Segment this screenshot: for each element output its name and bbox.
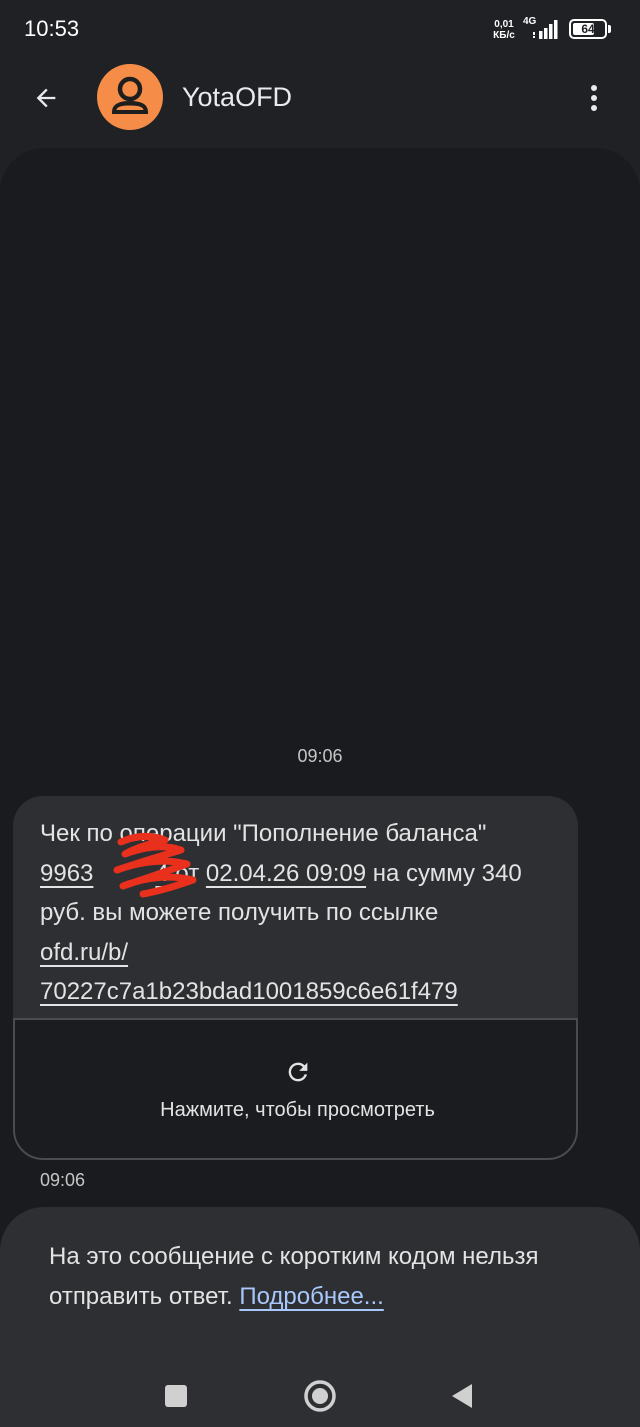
notice-text: На это сообщение с коротким кодом нельзя…: [49, 1237, 609, 1317]
network-speed-value: 0,01: [494, 19, 514, 30]
battery-icon: 64: [569, 19, 613, 39]
home-button[interactable]: [296, 1372, 344, 1420]
date-separator: 09:06: [297, 746, 343, 766]
receipt-url-line2: 70227c7a1b23bdad1001859c6e61f479: [40, 978, 458, 1006]
contact-name[interactable]: YotaOFD: [182, 82, 292, 113]
receipt-url-link[interactable]: ofd.ru/b/70227c7a1b23bdad1001859c6e61f47…: [40, 939, 458, 1006]
message-bubble[interactable]: Чек по операции "Пополнение баланса" 996…: [13, 796, 578, 1160]
recents-button[interactable]: [152, 1372, 200, 1420]
home-icon: [304, 1380, 336, 1412]
back-button[interactable]: [22, 76, 70, 120]
message-timestamp: 09:06: [40, 1170, 86, 1190]
link-preview-card[interactable]: Нажмите, чтобы просмотреть: [13, 1018, 578, 1160]
system-nav-bar: [0, 1360, 640, 1427]
network-speed: 0,01 КБ/с: [490, 19, 518, 41]
avatar[interactable]: [97, 64, 163, 130]
app-bar: YotaOFD: [0, 58, 640, 138]
more-vertical-icon: [591, 85, 597, 111]
message-text-intro: Чек по операции "Пополнение баланса": [40, 820, 487, 847]
receipt-url-line1: ofd.ru/b/: [40, 938, 129, 966]
receipt-number: 9963: [40, 859, 94, 887]
person-icon: [112, 76, 148, 114]
messages-screen: 10:53 0,01 КБ/с 4G 64 YotaOFD 09:06 Чек …: [0, 0, 640, 1427]
status-time: 10:53: [24, 16, 80, 41]
learn-more-link[interactable]: Подробнее...: [239, 1283, 383, 1310]
refresh-icon: [288, 1062, 308, 1082]
datetime-link[interactable]: 02.04.26 09:09: [206, 860, 366, 887]
receipt-number-link[interactable]: 9963 4: [40, 860, 169, 887]
receipt-number-suffix: 4: [155, 859, 169, 887]
back-nav-button[interactable]: [438, 1372, 486, 1420]
back-triangle-icon: [452, 1384, 472, 1408]
preview-label: Нажмите, чтобы просмотреть: [160, 1099, 435, 1121]
message-text: Чек по операции "Пополнение баланса" 996…: [40, 814, 560, 1012]
signal-icon: [533, 20, 558, 39]
message-text-from: от: [168, 859, 206, 887]
status-bar: 10:53 0,01 КБ/с 4G 64: [0, 0, 640, 58]
recents-icon: [165, 1385, 187, 1407]
network-speed-unit: КБ/с: [493, 30, 515, 41]
arrow-back-icon: [36, 88, 56, 108]
more-options-button[interactable]: [578, 78, 610, 118]
battery-level: 64: [581, 22, 595, 36]
